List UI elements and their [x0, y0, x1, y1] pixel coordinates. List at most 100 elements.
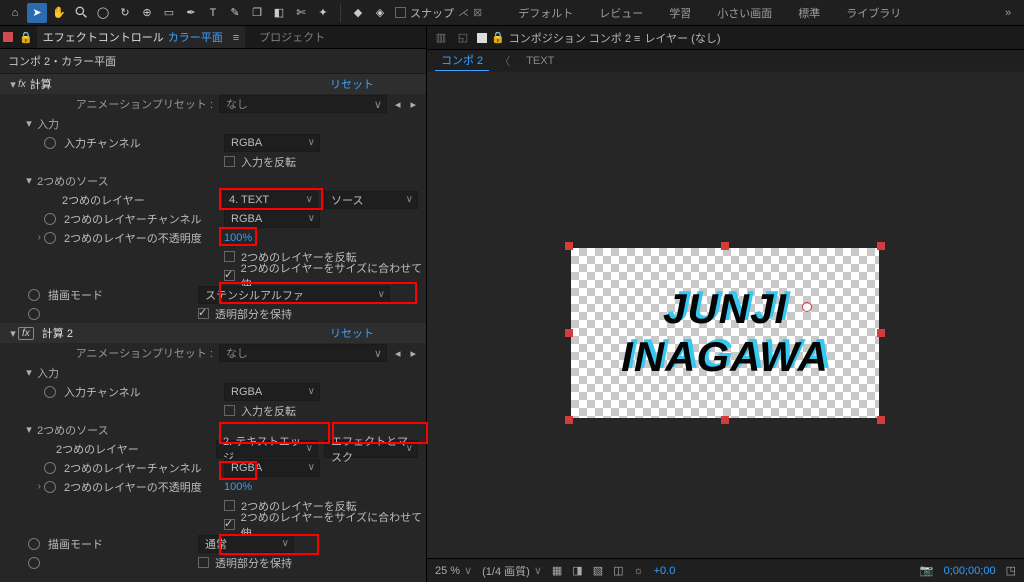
transform-handle[interactable]	[877, 416, 885, 424]
stopwatch-icon[interactable]	[44, 481, 56, 493]
exposure-value[interactable]: +0.0	[654, 565, 676, 577]
prev-key-icon[interactable]: ›	[38, 232, 41, 243]
stopwatch-icon[interactable]	[28, 289, 40, 301]
viewer-canvas[interactable]: JUNJI JUNJI INAGAWA INAGAWA	[571, 248, 879, 418]
fx1-second-group[interactable]: ▾ 2つめのソース	[0, 171, 426, 190]
anchor-tool-icon[interactable]: ⊕	[137, 3, 157, 23]
fx2-twirl-icon[interactable]: ▾	[8, 327, 18, 340]
prev-key-icon[interactable]: ›	[38, 481, 41, 492]
fx2-invert-input-checkbox[interactable]	[224, 405, 235, 416]
fx1-second-opacity-value[interactable]: 100%	[224, 232, 252, 244]
fx2-blend-mode-select[interactable]: 通常∨	[198, 535, 294, 553]
fx1-second-channel-select[interactable]: RGBA∨	[224, 210, 320, 228]
tab-composition[interactable]: コンポジション コンポ 2 ≡	[509, 30, 641, 46]
brush-tool-icon[interactable]: ✎	[225, 3, 245, 23]
fx1-fx-badge[interactable]: fx	[18, 79, 26, 90]
zoom-tool-icon[interactable]	[71, 3, 91, 23]
fx1-reset-link[interactable]: リセット	[330, 76, 374, 92]
transform-handle[interactable]	[877, 242, 885, 250]
current-time[interactable]: 0;00;00;00	[944, 565, 996, 577]
transform-handle[interactable]	[565, 416, 573, 424]
subtab-comp[interactable]: コンポ 2	[435, 50, 489, 71]
fx1-second-layer-select[interactable]: 4. TEXT∨	[222, 191, 318, 209]
fx2-keep-transparent-checkbox[interactable]	[198, 557, 209, 568]
fx1-invert-second-checkbox[interactable]	[224, 251, 235, 262]
roto-tool-icon[interactable]: ✄	[291, 3, 311, 23]
fx1-input-channel-select[interactable]: RGBA∨	[224, 134, 320, 152]
selection-tool-icon[interactable]: ➤	[27, 3, 47, 23]
fx1-second-layer-mode-select[interactable]: ソース∨	[324, 191, 418, 209]
effect-controls-scroll[interactable]: ▾ fx 計算 リセット アニメーションプリセット : なし ∨ ◂ ▸ ▾ 入…	[0, 74, 426, 582]
fx1-input-group[interactable]: ▾ 入力	[0, 114, 426, 133]
transform-handle[interactable]	[565, 242, 573, 250]
fx2-preset-prev-icon[interactable]: ◂	[393, 347, 403, 360]
workspace-default[interactable]: デフォルト	[506, 1, 585, 25]
workspace-learn[interactable]: 学習	[657, 1, 703, 25]
stopwatch-icon[interactable]	[44, 232, 56, 244]
exposure-icon[interactable]: ☼	[634, 565, 644, 577]
toolbar-extra-icon-2[interactable]: ◈	[370, 3, 390, 23]
tab-effect-controls[interactable]: エフェクトコントロール カラー平面 ≡	[37, 26, 245, 48]
fx1-anim-preset-select[interactable]: なし ∨	[219, 95, 387, 113]
fx1-keep-transparent-checkbox[interactable]	[198, 308, 209, 319]
fx2-second-layer-mode-select[interactable]: エフェクトとマスク∨	[324, 440, 418, 458]
fx2-second-channel-select[interactable]: RGBA∨	[224, 459, 320, 477]
viewer-icon-2[interactable]: ◱	[453, 29, 473, 47]
fx1-preset-next-icon[interactable]: ▸	[408, 98, 418, 111]
stopwatch-icon[interactable]	[28, 557, 40, 569]
fx2-input-channel-select[interactable]: RGBA∨	[224, 383, 320, 401]
fx1-fit-second-checkbox[interactable]	[224, 270, 235, 281]
fx2-invert-second-checkbox[interactable]	[224, 500, 235, 511]
type-tool-icon[interactable]: T	[203, 3, 223, 23]
composition-viewer[interactable]: JUNJI JUNJI INAGAWA INAGAWA	[427, 72, 1024, 558]
workspace-review[interactable]: レビュー	[587, 1, 655, 25]
viewer-toggle-1[interactable]: ▦	[552, 564, 562, 577]
snapshot-icon[interactable]: 📷	[920, 564, 934, 577]
fx2-fx-badge[interactable]: fx	[18, 327, 34, 340]
subtab-text[interactable]: TEXT	[520, 53, 560, 69]
fx1-header[interactable]: ▾ fx 計算 リセット	[0, 74, 426, 94]
hand-tool-icon[interactable]: ✋	[49, 3, 69, 23]
fx2-anim-preset-select[interactable]: なし ∨	[219, 344, 387, 362]
fx2-header[interactable]: ▾ fx 計算 2 リセット	[0, 323, 426, 343]
tab-menu-icon[interactable]: ≡	[634, 33, 640, 45]
stopwatch-icon[interactable]	[44, 213, 56, 225]
fx2-second-opacity-value[interactable]: 100%	[224, 481, 252, 493]
workspace-library[interactable]: ライブラリ	[834, 1, 913, 25]
snap-toggle-icon[interactable]: ⊠	[473, 6, 482, 19]
workspace-overflow-icon[interactable]: »	[996, 3, 1020, 23]
resolution-select[interactable]: (1/4 画質) ∨	[482, 563, 542, 579]
zoom-select[interactable]: 25 % ∨	[435, 564, 472, 577]
fx2-fit-second-checkbox[interactable]	[224, 519, 235, 530]
shape-tool-icon[interactable]: ▭	[159, 3, 179, 23]
orbit-tool-icon[interactable]: ◯	[93, 3, 113, 23]
fx2-input-group[interactable]: ▾ 入力	[0, 363, 426, 382]
tab-menu-icon[interactable]: ≡	[233, 32, 239, 44]
fx1-blend-mode-select[interactable]: ステンシルアルファ∨	[198, 286, 390, 304]
panel-locked-icon[interactable]: 🔒	[19, 31, 33, 44]
snap-checkbox[interactable]	[395, 7, 406, 18]
region-icon[interactable]: ◳	[1006, 564, 1016, 577]
eraser-tool-icon[interactable]: ◧	[269, 3, 289, 23]
toolbar-extra-icon-1[interactable]: ◆	[348, 3, 368, 23]
snap-options-icon[interactable]: ⋌	[458, 6, 469, 19]
fx2-second-layer-select[interactable]: 2. テキストエッジ∨	[216, 440, 318, 458]
rotate-tool-icon[interactable]: ↻	[115, 3, 135, 23]
stopwatch-icon[interactable]	[28, 308, 40, 320]
clone-tool-icon[interactable]: ❐	[247, 3, 267, 23]
fx1-invert-input-checkbox[interactable]	[224, 156, 235, 167]
stopwatch-icon[interactable]	[44, 462, 56, 474]
pen-tool-icon[interactable]: ✒	[181, 3, 201, 23]
home-icon[interactable]: ⌂	[5, 3, 25, 23]
workspace-standard[interactable]: 標準	[786, 1, 832, 25]
transform-handle[interactable]	[721, 242, 729, 250]
stopwatch-icon[interactable]	[44, 137, 56, 149]
fx2-reset-link[interactable]: リセット	[330, 325, 374, 341]
stopwatch-icon[interactable]	[44, 386, 56, 398]
transform-handle[interactable]	[877, 329, 885, 337]
panel-locked-icon[interactable]: 🔒	[491, 31, 505, 44]
tab-layer-none[interactable]: レイヤー (なし)	[644, 30, 720, 46]
viewer-icon-1[interactable]: ▥	[431, 29, 451, 47]
fx1-twirl-icon[interactable]: ▾	[8, 78, 18, 91]
tab-project[interactable]: プロジェクト	[259, 29, 325, 45]
